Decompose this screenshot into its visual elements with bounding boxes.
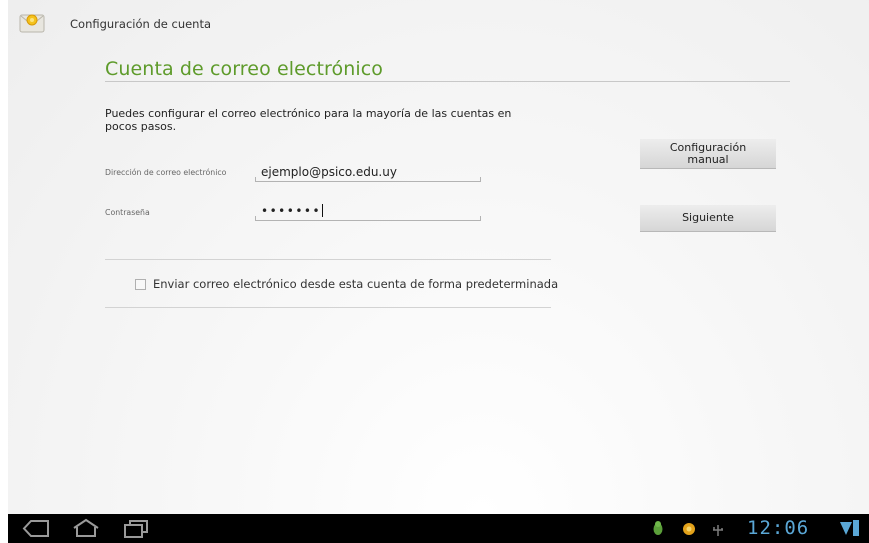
next-button[interactable]: Siguiente [640,205,776,232]
home-icon[interactable] [72,518,100,542]
default-account-label[interactable]: Enviar correo electrónico desde esta cue… [153,277,558,291]
manual-setup-label: Configuración manual [669,140,747,166]
divider-top [105,259,551,260]
android-debug-icon[interactable] [652,521,664,540]
heading-divider [105,81,790,82]
clock[interactable]: 12:06 [747,517,809,539]
wifi-icon[interactable] [840,521,852,540]
divider-bottom [105,307,551,308]
battery-icon[interactable] [853,519,860,541]
action-bar: Configuración de cuenta [8,0,869,46]
app-window: Configuración de cuenta Cuenta de correo… [8,0,869,514]
recent-apps-icon[interactable] [123,520,149,542]
password-field[interactable]: ••••••• [255,202,481,221]
section-heading: Cuenta de correo electrónico [105,58,384,80]
system-bar: 12:06 [8,514,869,543]
password-mask: ••••••• [261,204,322,218]
text-cursor [322,204,324,217]
email-value: ejemplo@psico.edu.uy [261,165,397,179]
page-title: Configuración de cuenta [70,17,212,31]
usb-icon[interactable] [711,522,725,541]
instructions-text: Puedes configurar el correo electrónico … [105,107,512,133]
password-label: Contraseña [105,208,150,217]
manual-setup-button[interactable]: Configuración manual [640,139,776,169]
email-envelope-icon[interactable] [19,12,45,34]
password-value: ••••••• [261,202,324,220]
notification-icon[interactable] [682,521,696,540]
default-account-checkbox[interactable] [135,279,146,290]
next-label: Siguiente [682,211,734,224]
back-icon[interactable] [22,520,50,541]
email-field[interactable]: ejemplo@psico.edu.uy [255,163,481,182]
email-label: Dirección de correo electrónico [105,168,227,177]
